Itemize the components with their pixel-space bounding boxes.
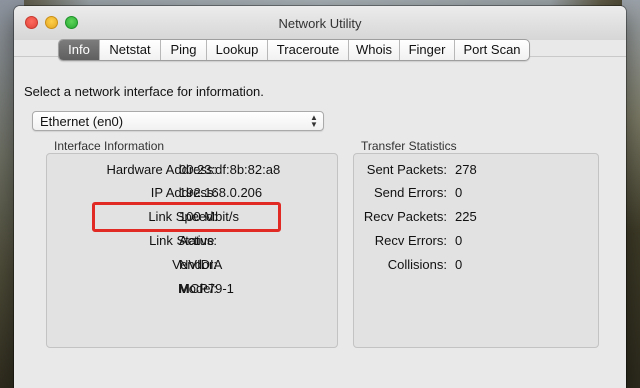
vendor-value: NVIDIA [179, 257, 223, 272]
link-speed-highlight [92, 202, 281, 232]
window-title: Network Utility [278, 16, 362, 31]
recv-errors-value: 0 [455, 233, 463, 248]
recv-errors-label: Recv Errors: [374, 233, 447, 248]
interface-information-title: Interface Information [54, 139, 165, 153]
collisions-row: Collisions: 0 [353, 256, 599, 274]
tab-traceroute[interactable]: Traceroute [267, 40, 348, 60]
hardware-address-row: Hardware Address: 00:23:df:8b:82:a8 [46, 161, 338, 179]
recv-errors-row: Recv Errors: 0 [353, 232, 599, 250]
tab-info[interactable]: Info [59, 40, 99, 60]
interface-select-value: Ethernet (en0) [40, 114, 124, 129]
link-status-value: Active [179, 233, 215, 248]
sent-packets-label: Sent Packets: [366, 162, 447, 177]
ip-address-row: IP Address: 192.168.0.206 [46, 184, 338, 202]
tab-bar: Info Netstat Ping Lookup Traceroute Whoi… [58, 39, 530, 61]
interface-prompt: Select a network interface for informati… [24, 84, 264, 99]
tab-lookup[interactable]: Lookup [206, 40, 267, 60]
sent-packets-row: Sent Packets: 278 [353, 161, 599, 179]
recv-packets-value: 225 [455, 209, 477, 224]
ip-address-value: 192.168.0.206 [179, 185, 263, 200]
tab-finger[interactable]: Finger [399, 40, 454, 60]
transfer-statistics-box [353, 153, 599, 348]
up-down-arrows-icon: ▲ ▼ [310, 113, 318, 129]
link-status-row: Link Status: Active [46, 232, 338, 250]
tab-whois[interactable]: Whois [348, 40, 399, 60]
vendor-row: Vendor: NVIDIA [46, 256, 338, 274]
tab-port-scan[interactable]: Port Scan [454, 40, 529, 60]
interface-select[interactable]: Ethernet (en0) ▲ ▼ [32, 111, 324, 131]
interface-information-box [46, 153, 338, 348]
recv-packets-row: Recv Packets: 225 [353, 208, 599, 226]
sent-packets-value: 278 [455, 162, 477, 177]
send-errors-row: Send Errors: 0 [353, 184, 599, 202]
title-bar[interactable]: Network Utility [14, 6, 626, 40]
send-errors-label: Send Errors: [374, 185, 447, 200]
transfer-statistics-title: Transfer Statistics [361, 139, 457, 153]
hardware-address-value: 00:23:df:8b:82:a8 [179, 162, 281, 177]
tab-ping[interactable]: Ping [160, 40, 206, 60]
send-errors-value: 0 [455, 185, 463, 200]
model-row: Model: MCP79-1 [46, 280, 338, 298]
model-value: MCP79-1 [179, 281, 234, 296]
collisions-label: Collisions: [387, 257, 447, 272]
tab-netstat[interactable]: Netstat [99, 40, 160, 60]
collisions-value: 0 [455, 257, 463, 272]
recv-packets-label: Recv Packets: [363, 209, 447, 224]
